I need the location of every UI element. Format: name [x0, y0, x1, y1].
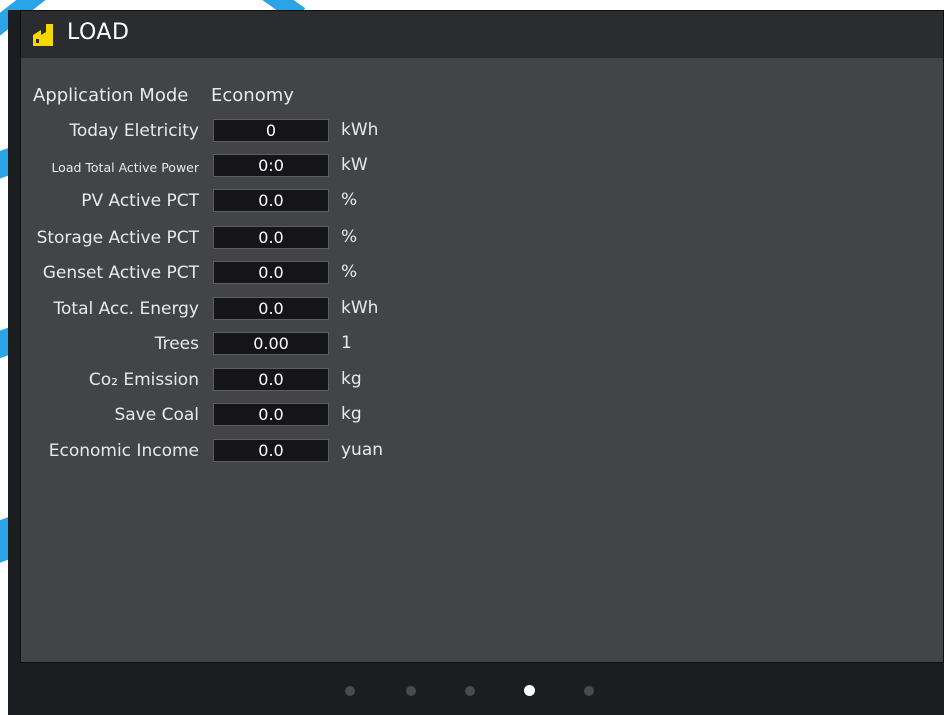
- field-unit: yuan: [341, 440, 384, 460]
- field-unit: %: [341, 190, 358, 210]
- field-unit: kg: [341, 369, 362, 389]
- field-label: Today Eletricity: [69, 121, 199, 141]
- page-dot[interactable]: [584, 686, 594, 696]
- row-total-acc-energy: Total Acc. Energy 0.0 kWh: [21, 297, 421, 323]
- field-unit: 1: [341, 333, 352, 353]
- trees-value: 0.00: [213, 332, 329, 355]
- co2-emission-value: 0.0: [213, 368, 329, 391]
- field-label: Economic Income: [48, 441, 199, 461]
- page-dot-active[interactable]: [524, 685, 535, 696]
- row-trees: Trees 0.00 1: [21, 332, 421, 358]
- application-mode-value: Economy: [211, 85, 294, 106]
- field-label: Co₂ Emission: [88, 370, 199, 390]
- panel-header: LOAD: [21, 11, 943, 58]
- field-unit: %: [341, 262, 358, 282]
- field-label: Genset Active PCT: [42, 263, 199, 283]
- row-storage-active-pct: Storage Active PCT 0.0 %: [21, 226, 421, 252]
- row-save-coal: Save Coal 0.0 kg: [21, 403, 421, 429]
- page-dot[interactable]: [406, 686, 416, 696]
- page-indicator: [8, 685, 944, 698]
- page-dot[interactable]: [465, 686, 475, 696]
- load-panel: LOAD Application Mode Economy Today Elet…: [20, 10, 944, 663]
- storage-active-pct-value: 0.0: [213, 226, 329, 249]
- factory-icon: [33, 24, 53, 46]
- row-pv-active-pct: PV Active PCT 0.0 %: [21, 189, 421, 215]
- field-unit: kW: [341, 155, 368, 175]
- economic-income-value: 0.0: [213, 439, 329, 462]
- row-co2-emission: Co₂ Emission 0.0 kg: [21, 368, 421, 394]
- row-today-electricity: Today Eletricity 0 kWh: [21, 119, 421, 145]
- today-electricity-value: 0: [213, 119, 329, 142]
- field-label: Storage Active PCT: [36, 228, 199, 248]
- device-screen: LOAD Application Mode Economy Today Elet…: [8, 10, 944, 715]
- field-unit: kg: [341, 404, 362, 424]
- pv-active-pct-value: 0.0: [213, 189, 329, 212]
- application-mode-label: Application Mode: [33, 85, 189, 106]
- field-label: Total Acc. Energy: [53, 299, 199, 319]
- field-label: Save Coal: [114, 405, 199, 425]
- row-load-total-active-power: Load Total Active Power 0:0 kW: [21, 154, 421, 180]
- field-label: Trees: [154, 334, 199, 354]
- row-genset-active-pct: Genset Active PCT 0.0 %: [21, 261, 421, 287]
- genset-active-pct-value: 0.0: [213, 261, 329, 284]
- field-label: Load Total Active Power: [51, 160, 199, 175]
- total-acc-energy-value: 0.0: [213, 297, 329, 320]
- field-label: PV Active PCT: [81, 191, 199, 211]
- row-economic-income: Economic Income 0.0 yuan: [21, 439, 421, 465]
- page-title: LOAD: [67, 20, 130, 45]
- load-total-active-power-value: 0:0: [213, 154, 329, 177]
- save-coal-value: 0.0: [213, 403, 329, 426]
- field-unit: kWh: [341, 298, 379, 318]
- field-unit: kWh: [341, 120, 379, 140]
- page-dot[interactable]: [345, 686, 355, 696]
- field-unit: %: [341, 227, 358, 247]
